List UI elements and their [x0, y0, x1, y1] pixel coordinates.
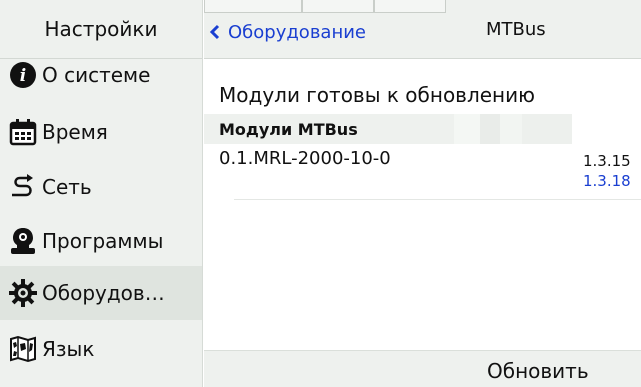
- sidebar-item-label: Время: [42, 120, 108, 144]
- sidebar-item-label: Программы: [42, 229, 164, 253]
- sidebar-item-label: Сеть: [42, 175, 92, 199]
- network-icon: [8, 172, 38, 202]
- update-button[interactable]: Обновить: [487, 359, 589, 383]
- map-icon: [8, 334, 38, 364]
- tab-strip-decoration: [204, 0, 641, 14]
- gear-icon: [8, 278, 38, 308]
- group-header: Модули MTBus: [204, 114, 641, 144]
- info-icon: i: [8, 60, 38, 90]
- current-version: 1.3.15: [583, 152, 631, 170]
- sidebar-item-label: Язык: [42, 337, 95, 361]
- sidebar-item-label: Оборудов…: [42, 281, 165, 305]
- module-name: 0.1.MRL-2000-10-0: [219, 148, 391, 169]
- chevron-left-icon: [209, 24, 220, 40]
- sidebar: Настройки i О системе Время Сеть Програм…: [0, 0, 203, 387]
- new-version: 1.3.18: [583, 172, 631, 190]
- list-item[interactable]: 0.1.MRL-2000-10-0 1.3.15 1.3.18: [204, 148, 641, 200]
- calendar-icon: [8, 117, 38, 147]
- sidebar-item-language[interactable]: Язык: [0, 322, 202, 376]
- programs-icon: [8, 226, 38, 256]
- main-content: Модули готовы к обновлению Модули MTBus …: [204, 60, 641, 387]
- back-button[interactable]: Оборудование: [209, 18, 366, 46]
- page-title: MTBus: [486, 19, 546, 40]
- sidebar-item-programs[interactable]: Программы: [0, 214, 202, 268]
- divider: [234, 199, 641, 200]
- sidebar-item-network[interactable]: Сеть: [0, 160, 202, 214]
- sidebar-item-label: О системе: [42, 63, 151, 87]
- back-button-label: Оборудование: [228, 21, 366, 43]
- sidebar-item-about[interactable]: i О системе: [0, 48, 202, 102]
- settings-window: Настройки i О системе Время Сеть Програм…: [0, 0, 641, 387]
- sidebar-item-hardware[interactable]: Оборудов…: [0, 266, 202, 320]
- sidebar-item-time[interactable]: Время: [0, 105, 202, 159]
- bottom-toolbar: Обновить: [204, 350, 641, 387]
- navigation-bar: Оборудование MTBus: [204, 0, 641, 59]
- section-title: Модули готовы к обновлению: [219, 83, 535, 107]
- svg-text:i: i: [20, 66, 26, 86]
